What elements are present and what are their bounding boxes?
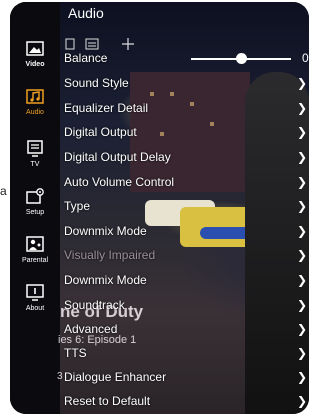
sidebar-item-label: TV	[30, 161, 40, 168]
chevron-right-icon: ❯	[296, 248, 307, 262]
menu-item-label: Digital Output	[64, 125, 137, 139]
menu-item-digital-output-delay[interactable]: Digital Output Delay ❯	[64, 146, 309, 170]
menu-item-visually-impaired[interactable]: Visually Impaired ❯	[64, 244, 309, 268]
sidebar-item-label: Audio	[26, 109, 44, 116]
menu-item-digital-output[interactable]: Digital Output ❯	[64, 121, 309, 145]
menu-item-reset-to-default[interactable]: Reset to Default ❯	[64, 390, 309, 414]
balance-slider-knob[interactable]	[236, 53, 247, 64]
sidebar-item-audio[interactable]: Audio	[10, 88, 60, 116]
menu-item-label: Downmix Mode	[64, 273, 147, 287]
page-title: Audio	[68, 5, 104, 21]
setup-icon	[26, 188, 44, 204]
menu-item-dialogue-enhancer[interactable]: Dialogue Enhancer ❯	[64, 366, 309, 390]
menu-item-label: Dialogue Enhancer	[64, 370, 167, 384]
sidebar-item-label: Video	[25, 61, 45, 68]
page-edge-char: a	[0, 184, 7, 198]
menu-item-label: Visually Impaired	[64, 248, 156, 262]
chevron-right-icon: ❯	[296, 125, 307, 139]
chevron-right-icon: ❯	[296, 346, 307, 360]
about-icon	[26, 284, 44, 301]
menu-item-label: Sound Style	[64, 76, 129, 90]
balance-value: 0	[302, 51, 309, 65]
chevron-right-icon: ❯	[296, 76, 307, 90]
parental-icon	[26, 236, 44, 252]
chevron-right-icon: ❯	[296, 273, 307, 287]
sidebar-item-parental[interactable]: Parental	[10, 236, 60, 264]
menu-item-sound-style[interactable]: Sound Style ❯	[64, 72, 309, 96]
chevron-right-icon: ❯	[296, 175, 307, 189]
sidebar-item-label: Setup	[25, 209, 45, 216]
chevron-right-icon: ❯	[296, 199, 307, 213]
sidebar-item-setup[interactable]: Setup	[10, 188, 60, 216]
tv-settings-screen: Audio Video Audio TV Setup Parental Abou…	[10, 2, 309, 414]
chevron-right-icon: ❯	[296, 394, 307, 408]
chevron-right-icon: ❯	[296, 101, 307, 115]
sidebar-item-label: About	[25, 305, 45, 312]
menu-item-downmix-mode[interactable]: Downmix Mode ❯	[64, 220, 309, 244]
balance-label: Balance	[64, 51, 108, 65]
menu-item-label: Auto Volume Control	[64, 175, 175, 189]
chevron-right-icon: ❯	[296, 150, 307, 164]
menu-item-label: TTS	[64, 346, 87, 360]
sidebar-item-tv[interactable]: TV	[10, 140, 60, 168]
chevron-right-icon: ❯	[296, 370, 307, 384]
menu-item-label: Advanced	[64, 322, 118, 336]
menu-item-label: Soundtrack	[64, 298, 125, 312]
settings-sidebar: Video Audio TV Setup Parental About	[10, 2, 60, 414]
chevron-right-icon: ❯	[296, 322, 307, 336]
menu-item-label: Reset to Default	[64, 394, 151, 408]
audio-icon	[26, 89, 44, 104]
menu-item-downmix-mode-2[interactable]: Downmix Mode ❯	[64, 269, 309, 293]
menu-item-label: Downmix Mode	[64, 224, 147, 238]
menu-item-label: Digital Output Delay	[64, 150, 171, 164]
chevron-right-icon: ❯	[296, 298, 307, 312]
menu-item-auto-volume-control[interactable]: Auto Volume Control ❯	[64, 171, 309, 195]
balance-slider-row[interactable]: Balance 0	[64, 47, 309, 71]
menu-item-tts[interactable]: TTS ❯	[64, 342, 309, 366]
video-icon	[26, 41, 44, 56]
tv-icon	[27, 140, 43, 157]
menu-item-label: Type	[64, 199, 91, 213]
menu-item-label: Equalizer Detail	[64, 101, 149, 115]
menu-item-soundtrack[interactable]: Soundtrack ❯	[64, 294, 309, 318]
chevron-right-icon: ❯	[296, 224, 307, 238]
sidebar-item-video[interactable]: Video	[10, 40, 60, 68]
stray-digit: 3	[57, 371, 63, 382]
menu-item-equalizer-detail[interactable]: Equalizer Detail ❯	[64, 97, 309, 121]
sidebar-item-label: Parental	[21, 257, 49, 264]
sidebar-item-about[interactable]: About	[10, 284, 60, 312]
menu-item-advanced[interactable]: Advanced ❯	[64, 318, 309, 342]
menu-item-type[interactable]: Type ❯	[64, 195, 309, 219]
